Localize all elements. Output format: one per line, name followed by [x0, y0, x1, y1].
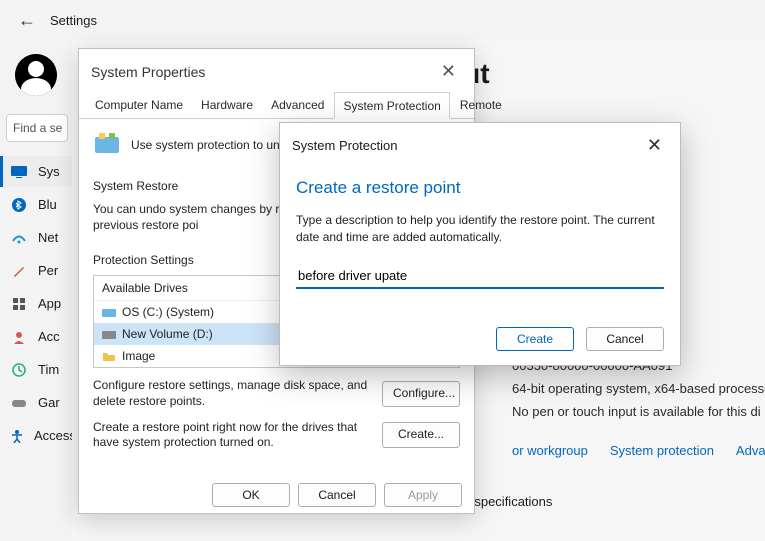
create-help-text: Create a restore point right now for the… — [93, 420, 372, 451]
sysprops-title: System Properties — [91, 64, 205, 80]
crp-heading: Create a restore point — [296, 178, 664, 198]
tab-advanced[interactable]: Advanced — [263, 92, 332, 118]
sidebar-item-gaming[interactable]: Gar — [0, 387, 72, 418]
sidebar-item-label: Gar — [38, 395, 60, 410]
spec-system-type: 64-bit operating system, x64-based proce… — [512, 381, 741, 396]
sidebar-item-label: Blu — [38, 197, 57, 212]
drive-name: Image — [122, 349, 155, 363]
drive-icon — [102, 306, 116, 318]
person-icon — [10, 330, 28, 344]
sidebar-item-time[interactable]: Tim — [0, 354, 72, 385]
sidebar-item-personalization[interactable]: Per — [0, 255, 72, 286]
sidebar-item-accessibility[interactable]: Accessibility — [0, 420, 72, 451]
sidebar: Find a se Sys Blu Net Per App Acc Tim — [0, 40, 72, 540]
sidebar-item-label: Sys — [38, 164, 60, 179]
shield-icon — [93, 131, 121, 159]
close-button[interactable]: ✕ — [435, 59, 462, 84]
sidebar-item-bluetooth[interactable]: Blu — [0, 189, 72, 220]
drive-icon — [102, 328, 116, 340]
sidebar-item-label: Tim — [38, 362, 59, 377]
link-workgroup[interactable]: or workgroup — [512, 443, 588, 458]
sidebar-item-label: App — [38, 296, 61, 311]
tab-remote[interactable]: Remote — [452, 92, 510, 118]
network-icon — [10, 231, 28, 245]
folder-icon — [102, 350, 116, 362]
back-button[interactable]: ← — [18, 10, 36, 31]
create-restore-point-dialog: System Protection ✕ Create a restore poi… — [279, 122, 681, 366]
apply-button[interactable]: Apply — [384, 483, 462, 507]
avatar[interactable] — [15, 54, 57, 96]
sidebar-item-label: Per — [38, 263, 58, 278]
create-button[interactable]: Create — [496, 327, 574, 351]
drive-name: OS (C:) (System) — [122, 305, 214, 319]
sidebar-item-network[interactable]: Net — [0, 222, 72, 253]
apps-icon — [10, 297, 28, 311]
sidebar-item-system[interactable]: Sys — [0, 156, 72, 187]
configure-button[interactable]: Configure... — [382, 381, 460, 407]
drives-header: Available Drives — [102, 281, 188, 295]
tab-hardware[interactable]: Hardware — [193, 92, 261, 118]
cancel-button[interactable]: Cancel — [586, 327, 664, 351]
page-title: Settings — [50, 13, 97, 28]
tab-system-protection[interactable]: System Protection — [334, 92, 449, 119]
search-input[interactable]: Find a se — [6, 114, 68, 142]
sidebar-item-label: Net — [38, 230, 58, 245]
about-heading: out — [446, 58, 741, 90]
bluetooth-icon — [10, 198, 28, 212]
cancel-button[interactable]: Cancel — [298, 483, 376, 507]
drive-name: New Volume (D:) — [122, 327, 213, 341]
ok-button[interactable]: OK — [212, 483, 290, 507]
sidebar-item-accounts[interactable]: Acc — [0, 321, 72, 352]
sidebar-item-apps[interactable]: App — [0, 288, 72, 319]
crp-title: System Protection — [292, 138, 398, 153]
create-restore-point-button[interactable]: Create... — [382, 422, 460, 448]
search-placeholder: Find a se — [13, 121, 62, 135]
gamepad-icon — [10, 396, 28, 410]
close-button[interactable]: ✕ — [641, 133, 668, 158]
tab-computer-name[interactable]: Computer Name — [87, 92, 191, 118]
system-icon — [10, 165, 28, 179]
crp-help-text: Type a description to help you identify … — [296, 212, 664, 246]
link-advanced[interactable]: Advan — [736, 443, 765, 458]
spec-pen-touch: No pen or touch input is available for t… — [512, 404, 741, 419]
brush-icon — [10, 264, 28, 278]
accessibility-icon — [10, 429, 24, 443]
configure-help-text: Configure restore settings, manage disk … — [93, 378, 372, 409]
sidebar-item-label: Acc — [38, 329, 60, 344]
restore-point-name-input[interactable] — [296, 264, 664, 289]
clock-icon — [10, 363, 28, 377]
link-system-protection[interactable]: System protection — [610, 443, 714, 458]
